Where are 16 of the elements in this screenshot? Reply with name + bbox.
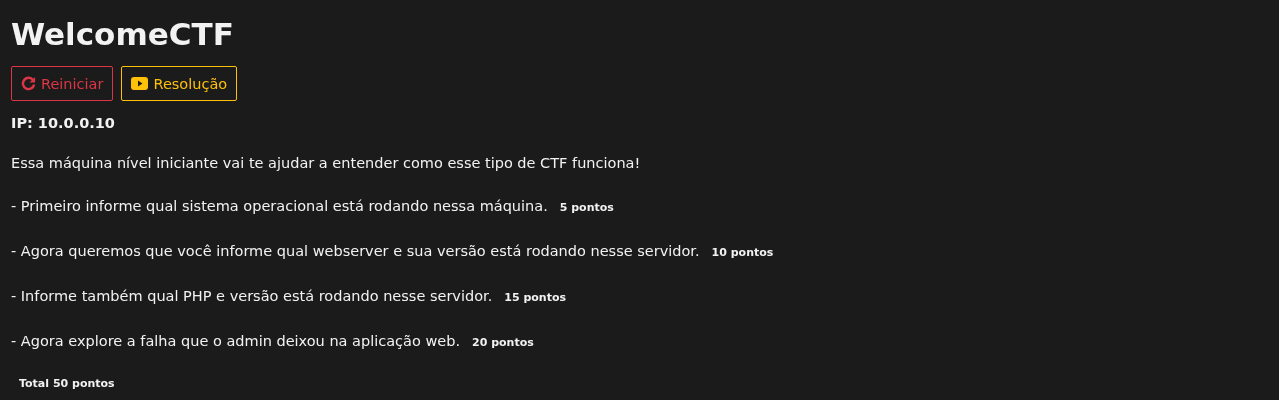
task-text: - Agora queremos que você informe qual webserver e sua versão está rodando nesse servidor. bbox=[11, 242, 700, 261]
description: Essa máquina nível iniciante vai te ajudar a entender como esse tipo de CTF funciona! bbox=[11, 154, 642, 173]
total-points: Total 50 pontos bbox=[19, 377, 116, 390]
task-text: - Primeiro informe qual sistema operacional está rodando nessa máquina. bbox=[11, 197, 548, 216]
task-points: 20 pontos bbox=[472, 335, 534, 351]
refresh-icon bbox=[21, 76, 36, 91]
page-title: WelcomeCTF bbox=[11, 15, 235, 54]
task-text: - Informe também qual PHP e versão está rodando nesse servidor. bbox=[11, 287, 493, 306]
task-points: 5 pontos bbox=[559, 200, 614, 216]
play-icon bbox=[131, 77, 149, 90]
task-points: 15 pontos bbox=[504, 290, 567, 306]
solution-button[interactable]: Resolução bbox=[121, 66, 238, 101]
task-points: 10 pontos bbox=[711, 245, 774, 261]
ip-address: IP: 10.0.0.10 bbox=[11, 115, 116, 131]
task-text: - Agora explore a falha que o admin deixou na aplicação web. bbox=[11, 332, 461, 351]
restart-button[interactable]: Reiniciar bbox=[11, 66, 114, 101]
